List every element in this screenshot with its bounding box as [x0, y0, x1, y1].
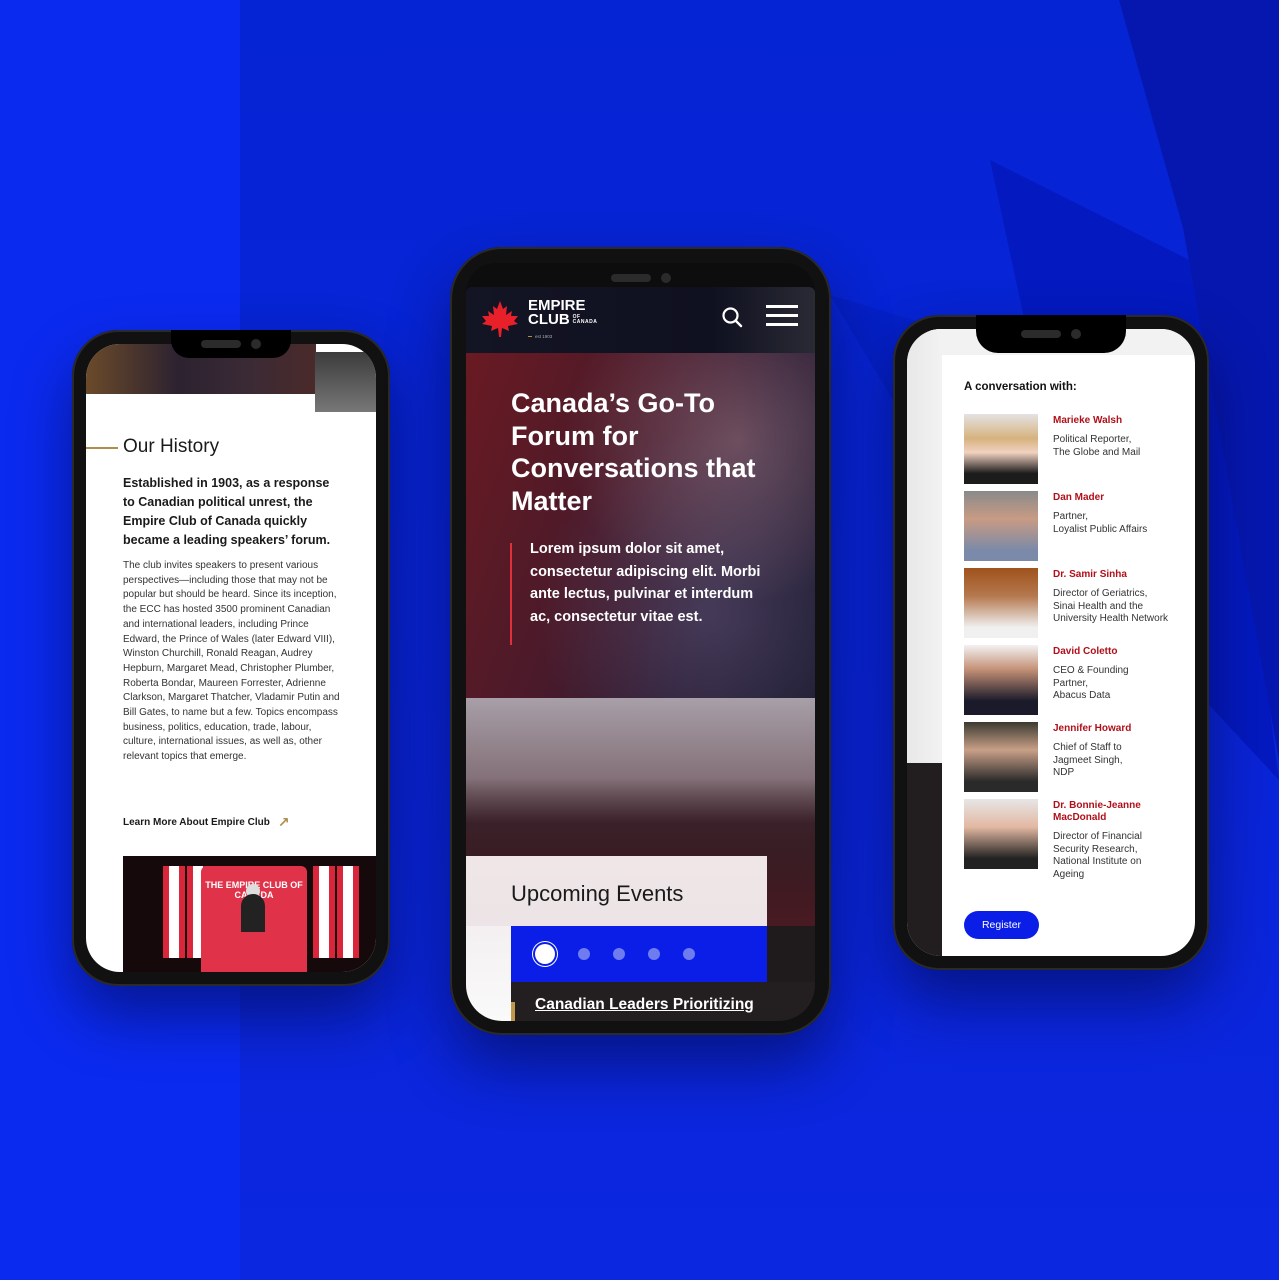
speaker-name: Marieke Walsh — [1053, 415, 1123, 426]
arrow-up-right-icon: ↗ — [277, 814, 290, 830]
speaker-photo — [964, 645, 1038, 715]
speaker-info: Marieke Walsh Political Reporter, The Glo… — [1053, 414, 1140, 491]
logo-sub: OF CANADA — [572, 314, 598, 326]
site-logo[interactable]: EMPIRE CLUB OF CANADA est 1903 — [478, 298, 598, 344]
speaker-item: David Coletto CEO & Founding Partner, Aba… — [964, 645, 1189, 722]
carousel-dot[interactable] — [683, 948, 695, 960]
event-accent — [511, 1002, 515, 1021]
events-title: Upcoming Events — [511, 881, 684, 906]
speaker-photo — [964, 568, 1038, 638]
phone-notch — [976, 315, 1126, 353]
speaker-info: David Coletto CEO & Founding Partner, Aba… — [1053, 645, 1129, 722]
camera-icon — [251, 339, 261, 349]
speakers-heading: A conversation with: — [964, 381, 1077, 393]
phone-screen: A conversation with: Marieke Walsh Politi… — [907, 329, 1195, 956]
speaker-info: Dr. Bonnie-Jeanne MacDonald Director of F… — [1053, 799, 1189, 880]
carousel-dot[interactable] — [535, 944, 555, 964]
phone-notch — [171, 330, 291, 358]
speaker-item: Dr. Samir Sinha Director of Geriatrics, S… — [964, 568, 1189, 645]
learn-more-link[interactable]: Learn More About Empire Club ↗ — [123, 814, 290, 831]
history-body: The club invites speakers to present var… — [123, 560, 340, 763]
speaker-role: Director of Financial Security Research,… — [1053, 831, 1142, 880]
sidebar-strip — [907, 329, 942, 763]
speaker-role: Chief of Staff to Jagmeet Singh, NDP — [1053, 742, 1123, 778]
speaker-photo — [964, 722, 1038, 792]
sidebar-strip-dark — [907, 763, 942, 956]
maple-leaf-icon — [482, 301, 518, 337]
speaker-item: Jennifer Howard Chief of Staff to Jagmeet… — [964, 722, 1189, 799]
camera-icon — [1071, 329, 1081, 339]
history-lead: Established in 1903, as a response to Ca… — [123, 476, 331, 547]
canada-flag — [163, 866, 185, 958]
speaker-item: Dan Mader Partner, Loyalist Public Affair… — [964, 491, 1189, 568]
decorative-block — [315, 352, 376, 412]
speaker-item: Marieke Walsh Political Reporter, The Glo… — [964, 414, 1189, 491]
speaker-info: Jennifer Howard Chief of Staff to Jagmeet… — [1053, 722, 1131, 799]
section-title: Our History — [123, 436, 220, 457]
speaker-name: Jennifer Howard — [1053, 723, 1132, 734]
logo-est: est 1903 — [528, 330, 595, 344]
speaker-name: David Coletto — [1053, 646, 1118, 657]
speaker-info: Dan Mader Partner, Loyalist Public Affair… — [1053, 491, 1147, 568]
speaker-grille — [610, 274, 651, 282]
logo-line2: CLUB — [528, 311, 570, 328]
phone-mockup-speakers: A conversation with: Marieke Walsh Politi… — [893, 315, 1209, 970]
speaker-photo — [964, 414, 1038, 484]
section-rule — [86, 447, 118, 449]
carousel-dot[interactable] — [578, 948, 590, 960]
hamburger-menu-icon[interactable] — [766, 305, 798, 327]
logo-wordmark: EMPIRE CLUB OF CANADA est 1903 — [528, 298, 598, 344]
event-card[interactable]: Canadian Leaders Prioritizing — [511, 982, 815, 1021]
speaker-item: Dr. Bonnie-Jeanne MacDonald Director of F… — [964, 799, 1189, 880]
carousel-dot[interactable] — [648, 948, 660, 960]
speaker-name: Dr. Bonnie-Jeanne MacDonald — [1053, 800, 1141, 823]
speaker-role: CEO & Founding Partner, Abacus Data — [1053, 665, 1129, 701]
register-button[interactable]: Register — [964, 911, 1039, 939]
event-title-link[interactable]: Canadian Leaders Prioritizing — [535, 996, 754, 1014]
podium — [235, 932, 275, 972]
phone-mockup-history: Our History Established in 1903, as a re… — [72, 330, 390, 986]
speaker-figure — [241, 894, 265, 934]
phone-mockup-home: EMPIRE CLUB OF CANADA est 1903 Canada’s G… — [450, 247, 831, 1035]
phone-screen: Our History Established in 1903, as a re… — [86, 344, 376, 972]
carousel-dot[interactable] — [613, 948, 625, 960]
camera-icon — [660, 273, 671, 283]
learn-more-label: Learn More About Empire Club — [123, 817, 270, 828]
speaker-name: Dr. Samir Sinha — [1053, 569, 1127, 580]
speaker-info: Dr. Samir Sinha Director of Geriatrics, S… — [1053, 568, 1168, 645]
speaker-list: Marieke Walsh Political Reporter, The Glo… — [964, 414, 1189, 880]
canada-flag — [313, 866, 335, 958]
speaker-role: Political Reporter, The Globe and Mail — [1053, 434, 1141, 458]
speaker-grille — [201, 340, 241, 348]
hero-title: Canada’s Go-To Forum for Conversations t… — [511, 388, 756, 516]
quote-accent-bar — [510, 543, 512, 645]
speaker-name: Dan Mader — [1053, 492, 1105, 503]
event-photo: THE EMPIRE CLUB OF CANADA — [123, 856, 376, 972]
hero-quote: Lorem ipsum dolor sit amet, consectetur … — [530, 541, 761, 625]
upcoming-events-panel: Upcoming Events — [466, 856, 767, 926]
search-icon[interactable] — [721, 306, 743, 328]
speaker-grille — [1021, 330, 1061, 338]
site-header: EMPIRE CLUB OF CANADA est 1903 — [466, 287, 815, 353]
speaker-photo — [964, 491, 1038, 561]
speaker-photo — [964, 799, 1038, 869]
phone-screen: EMPIRE CLUB OF CANADA est 1903 Canada’s G… — [466, 287, 815, 1021]
canada-flag — [337, 866, 359, 958]
events-carousel-pager — [511, 926, 767, 982]
speaker-role: Director of Geriatrics, Sinai Health and… — [1053, 588, 1169, 624]
speaker-role: Partner, Loyalist Public Affairs — [1053, 511, 1148, 535]
